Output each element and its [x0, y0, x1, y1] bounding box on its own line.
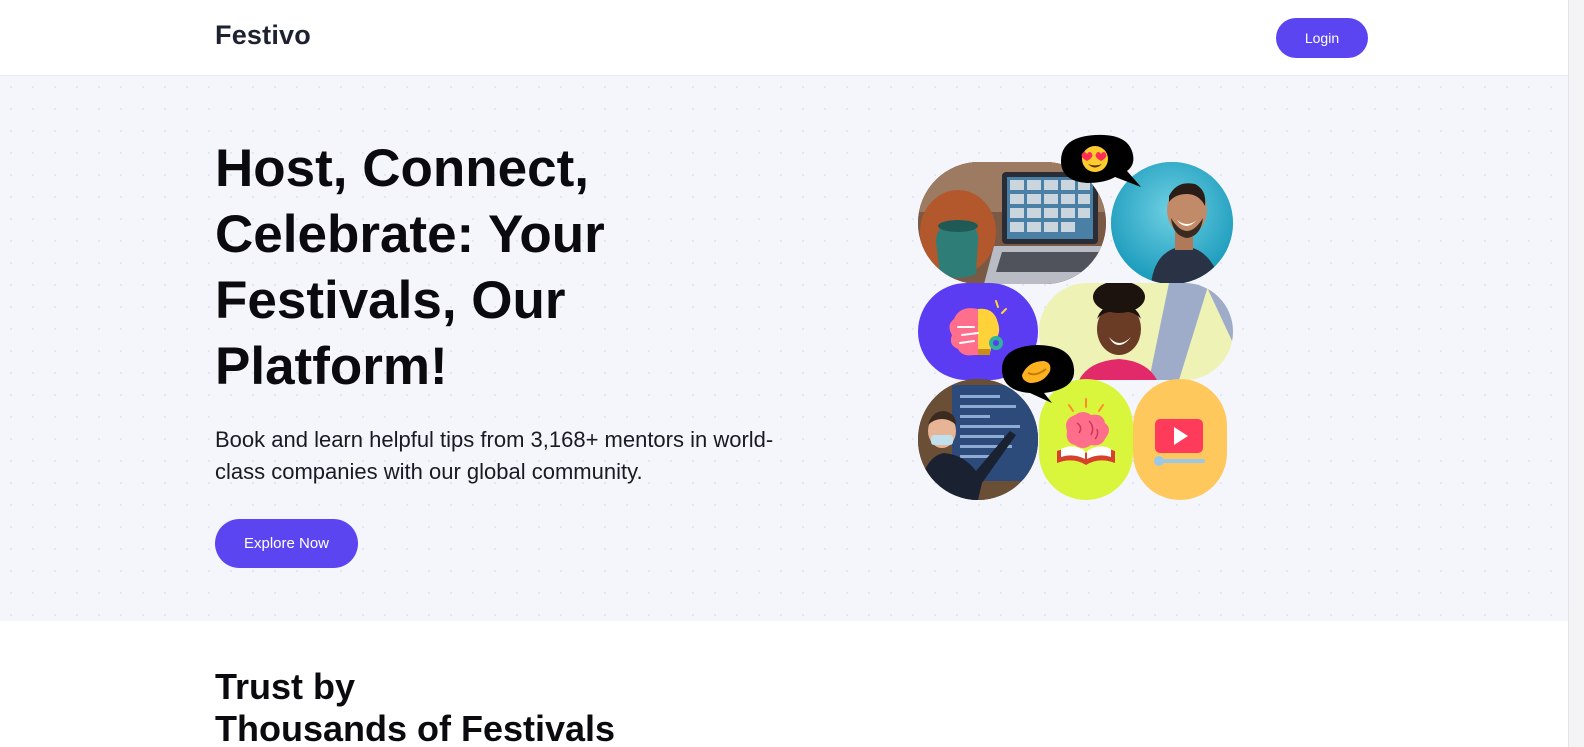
trust-section: Trust by Thousands of Festivals: [0, 621, 1568, 747]
hero-section: Host, Connect, Celebrate: Your Festivals…: [0, 76, 1568, 621]
brand-logo[interactable]: Festivo: [215, 20, 311, 51]
trust-title-line1: Trust by: [215, 666, 356, 707]
explore-now-button[interactable]: Explore Now: [215, 519, 358, 568]
trust-title: Trust by Thousands of Festivals: [215, 666, 735, 747]
page-scrollbar[interactable]: [1568, 0, 1584, 747]
login-button[interactable]: Login: [1276, 18, 1368, 58]
hero-collage: [918, 126, 1238, 516]
trust-title-line2: Thousands of Festivals: [215, 708, 616, 747]
hero-subtitle: Book and learn helpful tips from 3,168+ …: [215, 427, 774, 484]
top-navbar: Festivo Login: [0, 0, 1568, 76]
heart-eyes-emoji-icon: [1057, 131, 1143, 191]
hero-title: Host, Connect, Celebrate: Your Festivals…: [215, 139, 605, 396]
handshake-emoji-icon: [1000, 343, 1080, 405]
video-play-icon: [1133, 379, 1227, 500]
